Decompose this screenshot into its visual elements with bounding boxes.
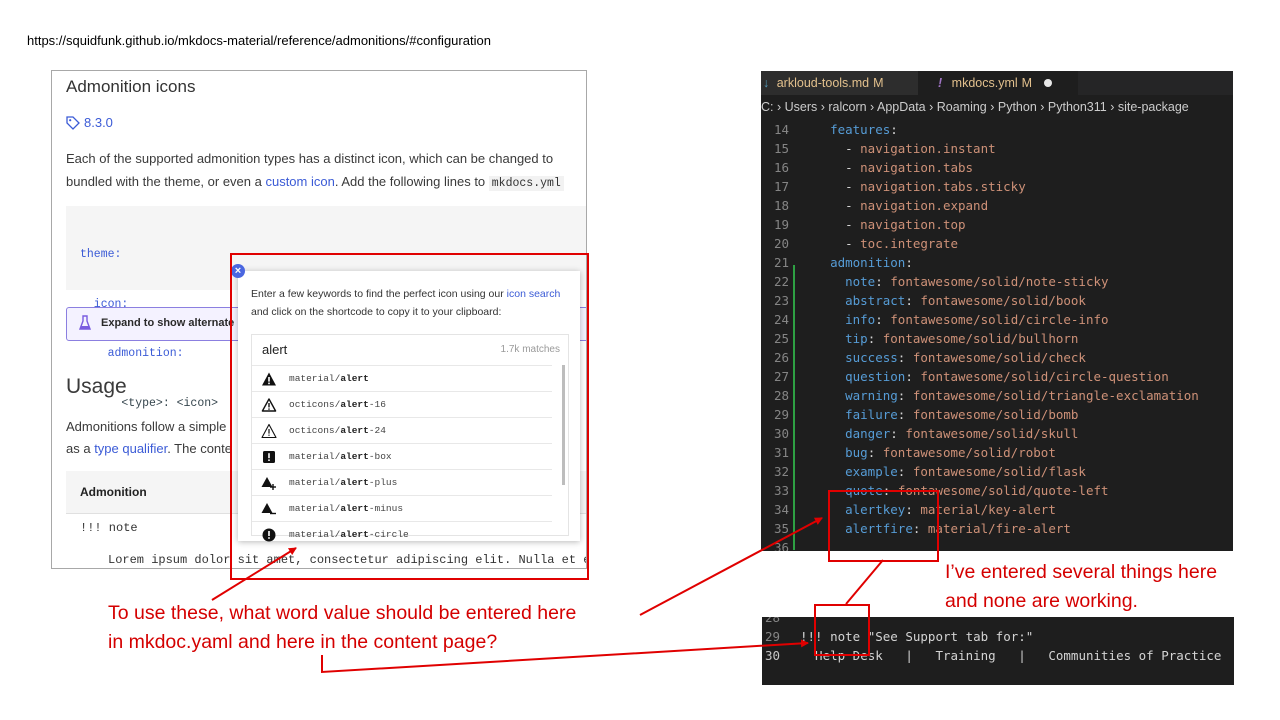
status-annotation: I’ve entered several things here and non…: [945, 558, 1217, 616]
annotation-line: I’ve entered several things here: [945, 561, 1218, 583]
question-annotation: To use these, what word value should be …: [108, 599, 576, 657]
annotation-line: To use these, what word value should be …: [108, 602, 577, 624]
annotation-line: in mkdoc.yaml and here in the content pa…: [108, 631, 498, 653]
annotation-line: and none are working.: [945, 590, 1138, 612]
